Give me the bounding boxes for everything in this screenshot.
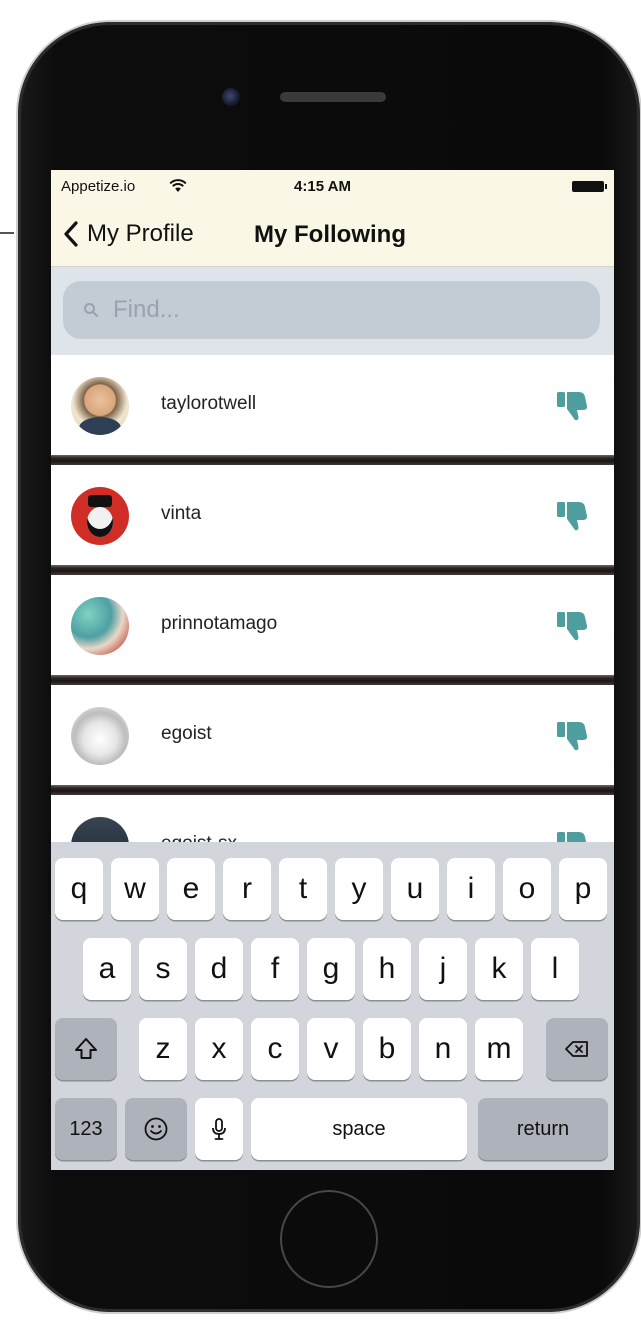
row-divider — [51, 675, 614, 685]
microphone-icon — [212, 1118, 226, 1140]
username-label: egoist — [161, 723, 212, 744]
key-b[interactable]: b — [363, 1018, 411, 1080]
return-key[interactable]: return — [478, 1098, 608, 1160]
list-item[interactable]: egoist — [51, 685, 614, 785]
key-j[interactable]: j — [419, 938, 467, 1000]
page-edge-line — [0, 232, 14, 234]
list-item[interactable]: taylorotwell — [51, 355, 614, 455]
key-k[interactable]: k — [475, 938, 523, 1000]
back-button[interactable]: My Profile — [63, 218, 194, 250]
key-i[interactable]: i — [447, 858, 495, 920]
username-label: taylorotwell — [161, 393, 257, 414]
key-d[interactable]: d — [195, 938, 243, 1000]
earpiece-speaker — [280, 92, 386, 102]
smiley-face-icon — [144, 1117, 168, 1141]
thumbs-down-icon[interactable] — [555, 609, 589, 643]
dictation-key[interactable] — [195, 1098, 243, 1160]
thumbs-down-icon[interactable] — [555, 719, 589, 753]
key-w[interactable]: w — [111, 858, 159, 920]
key-s[interactable]: s — [139, 938, 187, 1000]
key-a[interactable]: a — [83, 938, 131, 1000]
app-screen: Appetize.io 4:15 AM My Profile My Follow… — [51, 170, 614, 1170]
key-n[interactable]: n — [419, 1018, 467, 1080]
emoji-key[interactable] — [125, 1098, 187, 1160]
key-z[interactable]: z — [139, 1018, 187, 1080]
row-divider — [51, 565, 614, 575]
username-label: vinta — [161, 503, 202, 524]
key-h[interactable]: h — [363, 938, 411, 1000]
space-key[interactable]: space — [251, 1098, 467, 1160]
chevron-left-icon — [64, 221, 78, 247]
avatar — [71, 597, 129, 655]
row-divider — [51, 785, 614, 795]
key-r[interactable]: r — [223, 858, 271, 920]
thumbs-down-icon[interactable] — [555, 389, 589, 423]
home-button[interactable] — [280, 1190, 378, 1288]
backspace-icon — [565, 1041, 588, 1057]
on-screen-keyboard: q w e r t y u i o p a s d f g h j k l z … — [51, 842, 614, 1170]
search-field[interactable] — [63, 281, 600, 339]
key-f[interactable]: f — [251, 938, 299, 1000]
shift-key[interactable] — [55, 1018, 117, 1080]
key-g[interactable]: g — [307, 938, 355, 1000]
key-m[interactable]: m — [475, 1018, 523, 1080]
key-y[interactable]: y — [335, 858, 383, 920]
battery-icon — [572, 181, 607, 192]
shift-arrow-icon — [75, 1038, 97, 1059]
search-bar — [51, 267, 614, 355]
thumbs-down-icon[interactable] — [555, 499, 589, 533]
key-c[interactable]: c — [251, 1018, 299, 1080]
key-v[interactable]: v — [307, 1018, 355, 1080]
delete-key[interactable] — [546, 1018, 608, 1080]
row-divider — [51, 455, 614, 465]
key-p[interactable]: p — [559, 858, 607, 920]
key-e[interactable]: e — [167, 858, 215, 920]
key-u[interactable]: u — [391, 858, 439, 920]
key-o[interactable]: o — [503, 858, 551, 920]
key-q[interactable]: q — [55, 858, 103, 920]
avatar — [71, 707, 129, 765]
username-label: prinnotamago — [161, 613, 278, 634]
list-item[interactable]: vinta — [51, 465, 614, 565]
search-icon — [84, 303, 99, 318]
back-button-label: My Profile — [87, 220, 194, 247]
avatar — [71, 487, 129, 545]
key-x[interactable]: x — [195, 1018, 243, 1080]
key-t[interactable]: t — [279, 858, 327, 920]
avatar — [71, 377, 129, 435]
search-input[interactable] — [111, 295, 575, 325]
list-item[interactable]: prinnotamago — [51, 575, 614, 675]
page-title: My Following — [254, 221, 406, 248]
key-l[interactable]: l — [531, 938, 579, 1000]
numbers-key[interactable]: 123 — [55, 1098, 117, 1160]
navigation-bar: My Profile My Following — [51, 202, 614, 267]
status-bar: Appetize.io 4:15 AM — [51, 170, 614, 202]
front-camera — [222, 88, 240, 106]
status-time: 4:15 AM — [294, 178, 351, 195]
following-list: taylorotwell vinta prinnotamago egoist — [51, 355, 614, 895]
